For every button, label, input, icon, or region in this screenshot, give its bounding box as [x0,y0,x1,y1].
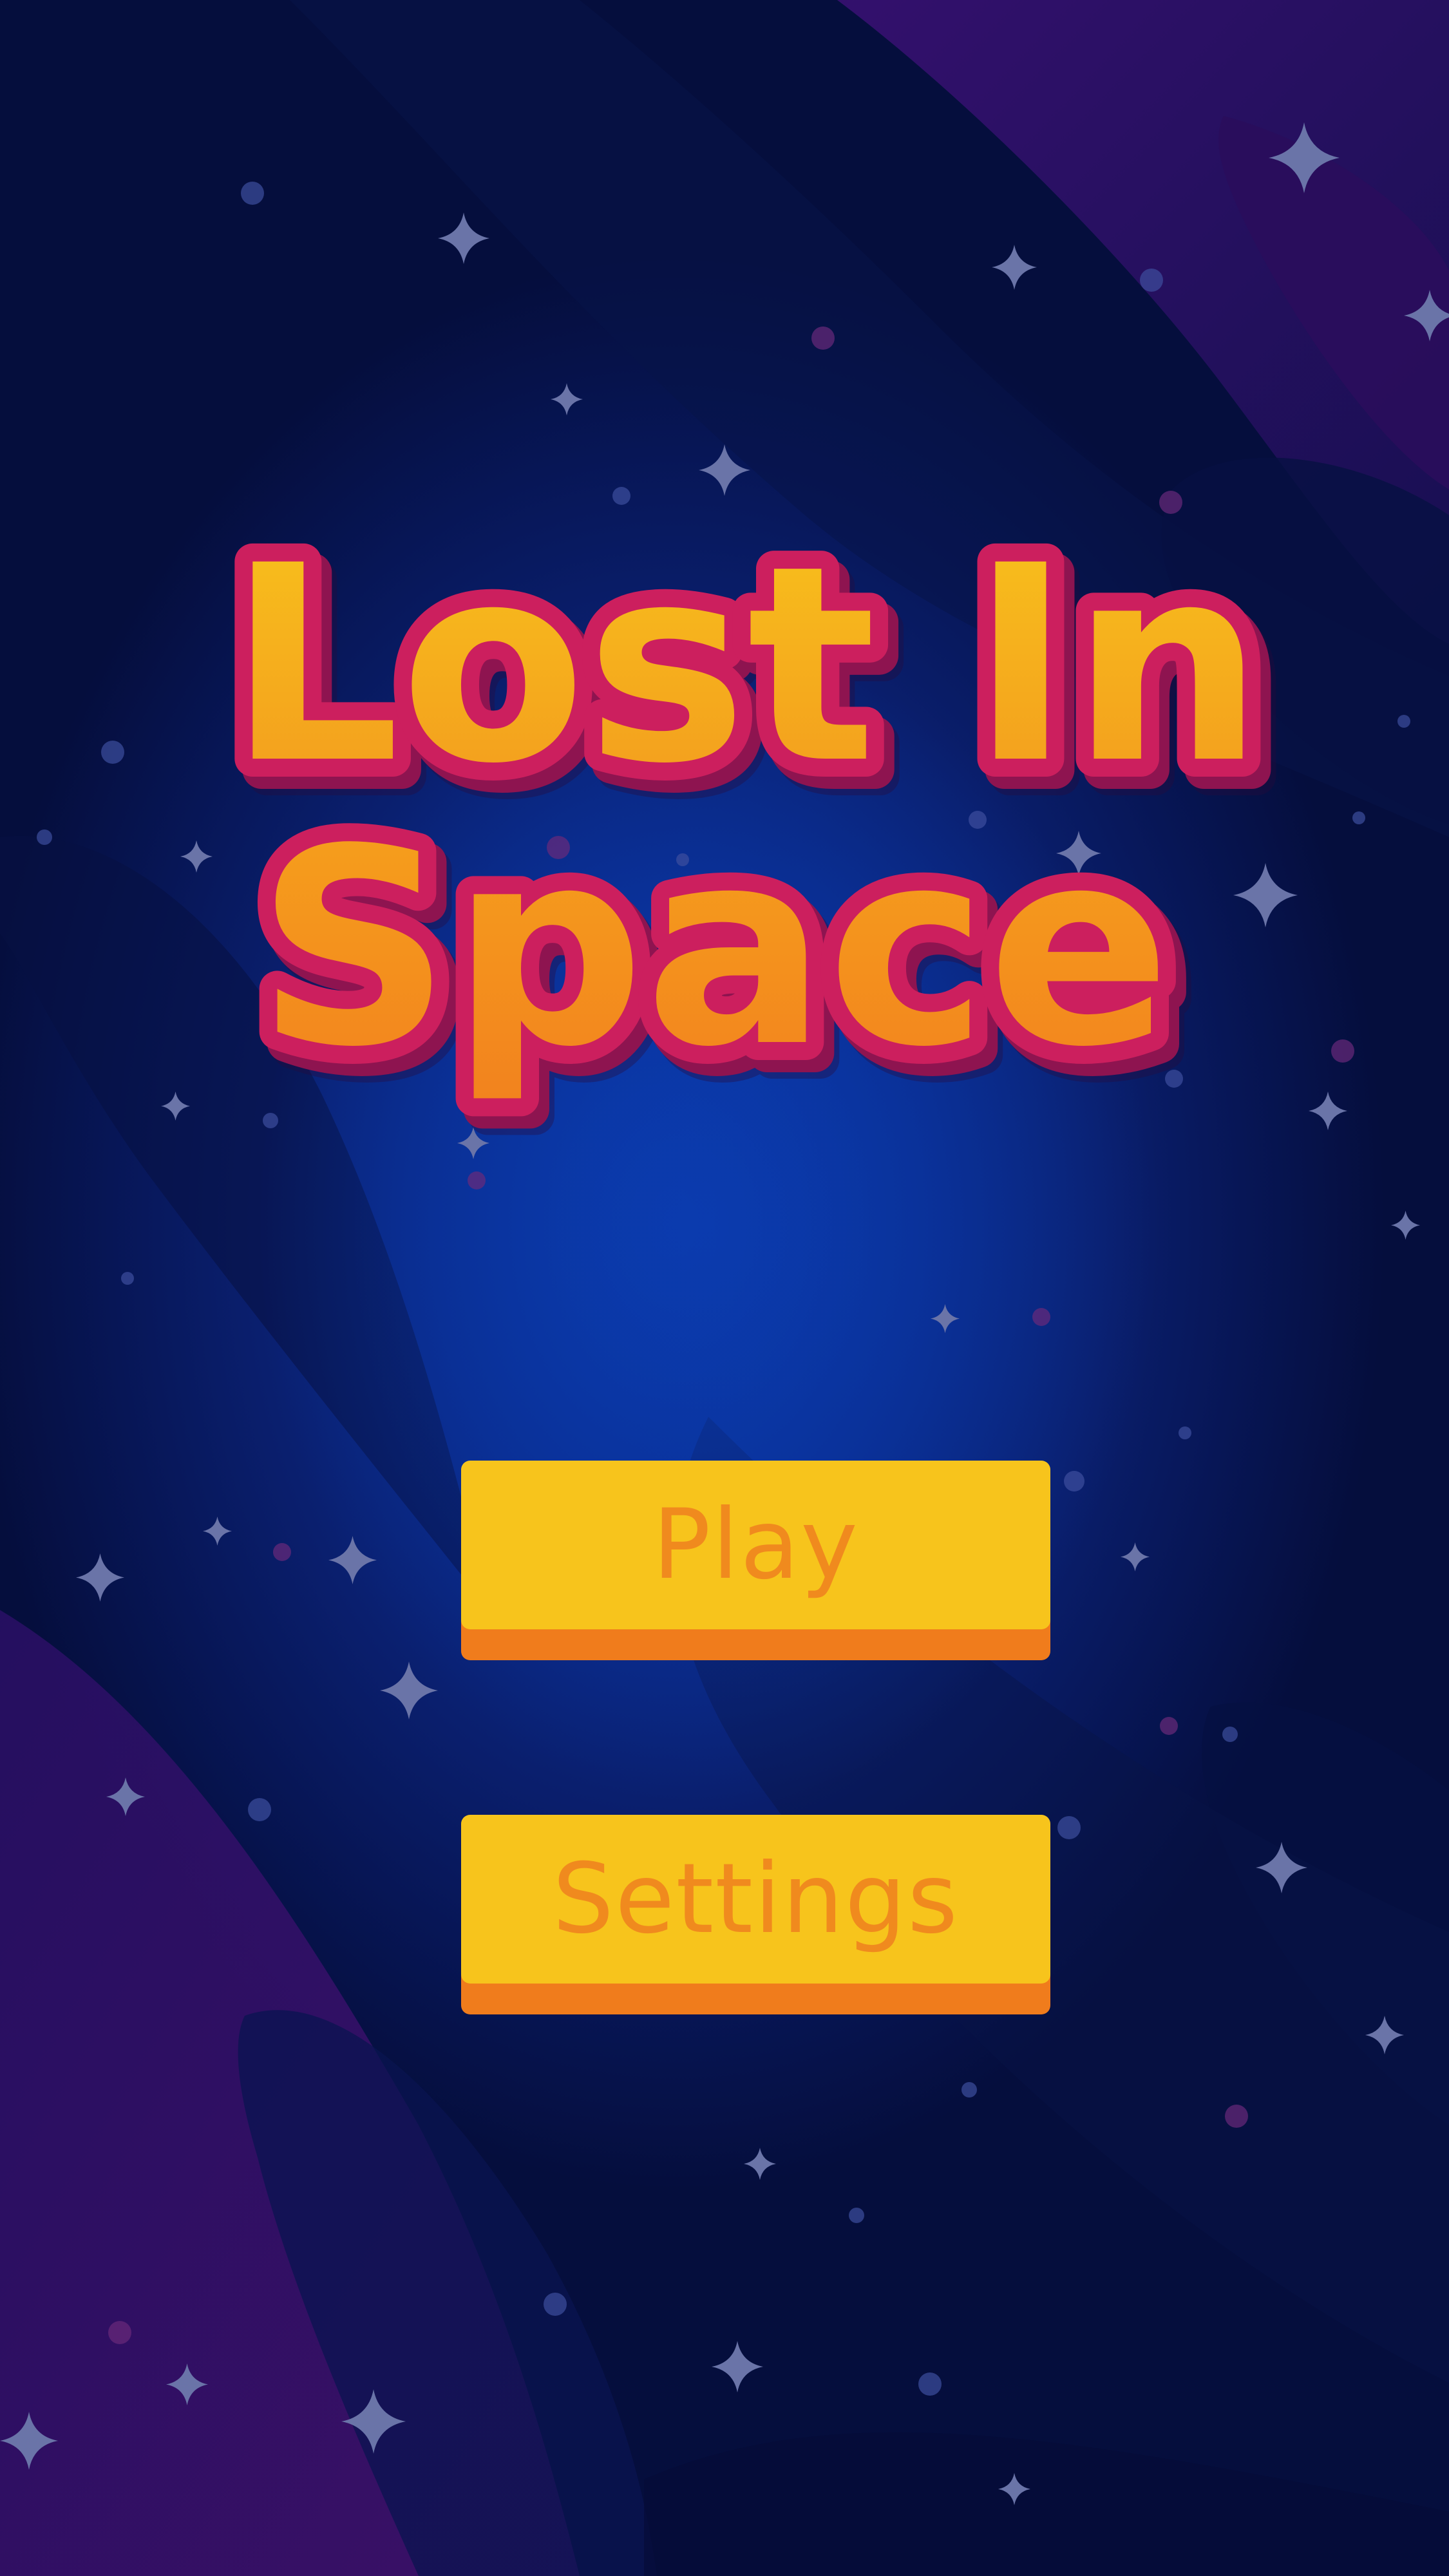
dark-bottom-band [644,2432,1449,2576]
settings-button-face[interactable]: Settings [461,1815,1050,1984]
sparkle-star-icon [712,2341,763,2392]
sparkle-star-icon [203,1517,232,1546]
sparkle-star-icon [744,2148,776,2180]
settings-button[interactable]: Settings [461,1815,1050,2014]
play-button-label: Play [652,1489,859,1601]
play-button-face[interactable]: Play [461,1461,1050,1629]
space-background [0,0,1449,2576]
sparkle-star-icon [1121,1542,1150,1571]
title-line-2: Space Space Space Space [238,773,1204,1143]
sparkle-star-icon [1391,1211,1420,1240]
sparkle-star-icon [992,245,1037,290]
settings-button-label: Settings [552,1843,960,1955]
sparkle-star-icon [76,1553,124,1602]
main-menu-screen: Lost In Lost In Lost In Lost In Space Sp… [0,0,1449,2576]
game-title: Lost In Lost In Lost In Lost In Space Sp… [210,490,1297,1143]
svg-text:Space: Space [256,791,1171,1106]
sparkle-star-icon [551,383,583,415]
play-button[interactable]: Play [461,1461,1050,1660]
sparkle-star-icon [438,213,489,264]
title-line-1: Lost In Lost In Lost In Lost In [210,490,1297,860]
svg-text:Lost In: Lost In [228,508,1264,823]
